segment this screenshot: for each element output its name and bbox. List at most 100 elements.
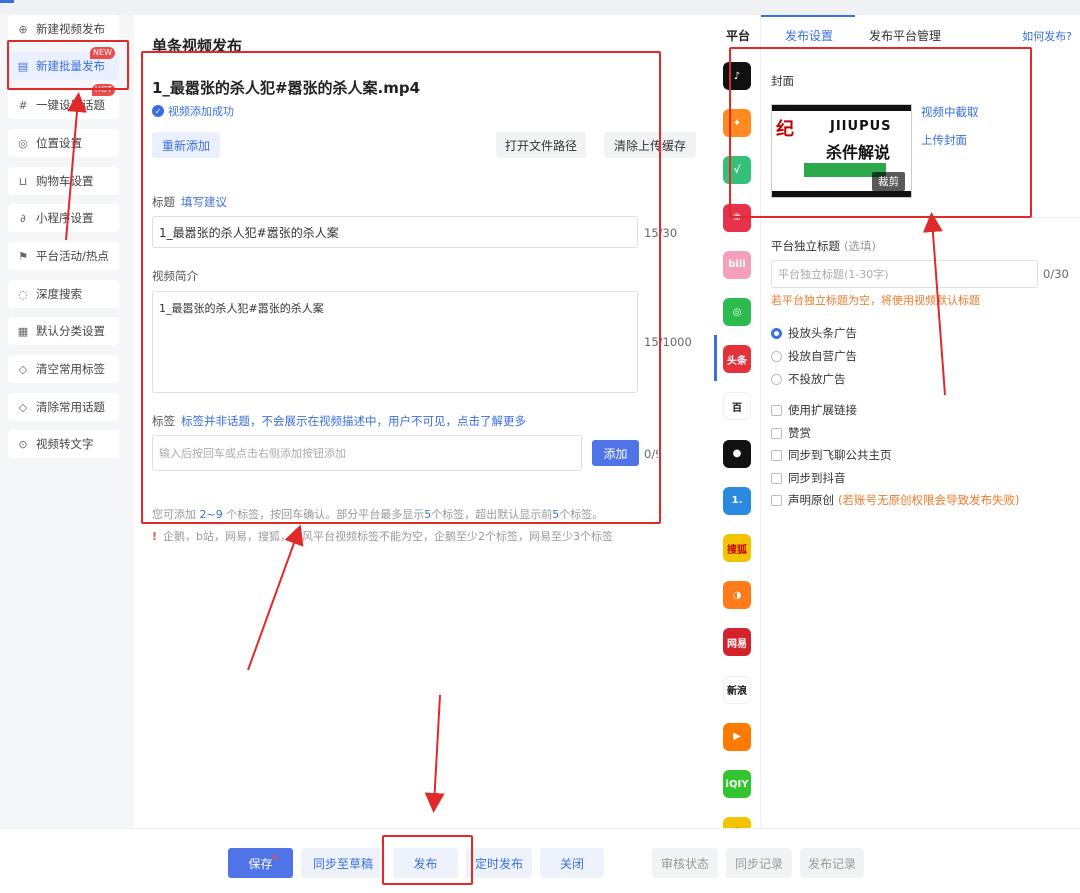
mini-program-icon: ∂ [20, 211, 26, 225]
sidebar-item-video-to-text[interactable]: ⊙ 视频转文字 [8, 430, 119, 458]
sidebar-item-label: 视频转文字 [36, 437, 94, 451]
tag-warning: ! 企鹅，b站，网易，搜狐，大风平台视频标签不能为空，企鹅至少2个标签，网易至少3… [152, 528, 613, 544]
orange-platform-icon[interactable]: ▶ [723, 722, 751, 751]
sidebar-item-tag-clear[interactable]: ◇ 清空常用标签 [8, 355, 119, 383]
cover-from-video-link[interactable]: 视频中截取 [921, 104, 979, 120]
radio-icon [771, 350, 782, 362]
readd-button[interactable]: 重新添加 [152, 132, 220, 158]
publish-button[interactable]: 发布 [393, 848, 458, 878]
ad-option-label: 投放头条广告 [788, 326, 857, 340]
clear-cache-button[interactable]: 清除上传缓存 [604, 132, 696, 158]
sidebar-item-cart[interactable]: ⊔ 购物车设置 [8, 167, 119, 195]
dafeng-icon[interactable]: ◑ [723, 581, 751, 610]
sidebar-item-hashtag[interactable]: # 一键设置话题 HOT [8, 84, 119, 119]
baijiahao-icon[interactable]: 百 [723, 392, 751, 421]
publish-log-button[interactable]: 发布记录 [800, 848, 864, 878]
tag-rule-p3: 个标签，超出默认显示前 [431, 508, 553, 521]
title-suggest-link[interactable]: 填写建议 [181, 195, 227, 209]
toutiao-icon[interactable]: 头条 [723, 345, 751, 374]
cover-upload-link[interactable]: 上传封面 [921, 132, 967, 148]
title-counter: 15/30 [644, 226, 678, 240]
tab-publish-settings[interactable]: 发布设置 [785, 27, 833, 44]
sidebar-item-flag[interactable]: ⚑ 平台活动/热点 [8, 242, 119, 270]
sidebar-item-label: 平台活动/热点 [36, 249, 109, 263]
upload-status-text: 视频添加成功 [168, 105, 234, 118]
top-accent [0, 0, 14, 3]
sidebar-item-label: 深度搜索 [36, 287, 82, 301]
sohu-icon[interactable]: 搜狐 [723, 534, 751, 562]
platform-title-label-row: 平台独立标题 (选填) [771, 238, 876, 254]
sync-draft-button[interactable]: 同步至草稿 [301, 848, 385, 878]
red-platform-icon[interactable]: ❀ [723, 203, 751, 232]
radio-checked-icon [771, 327, 782, 339]
check-label: 使用扩展链接 [788, 403, 857, 417]
douyin-icon[interactable]: ♪ [723, 62, 751, 90]
desc-label: 视频简介 [152, 269, 198, 283]
sidebar-item-category[interactable]: ▦ 默认分类设置 [8, 317, 119, 345]
checkbox-icon [771, 427, 782, 439]
bilibili-icon[interactable]: bili [723, 250, 751, 279]
title-input[interactable]: 1_最嚣张的杀人犯#嚣张的杀人案 [152, 216, 638, 248]
cart-icon: ⊔ [18, 174, 28, 188]
check-reward[interactable]: 赞赏 [771, 425, 811, 441]
platform-title-counter: 0/30 [1043, 267, 1069, 281]
tag-label: 标签 [152, 414, 175, 428]
how-to-publish-link[interactable]: 如何发布? [1022, 28, 1072, 44]
video-to-text-icon: ⊙ [18, 437, 28, 451]
shipinhao-green-icon[interactable]: √ [723, 156, 751, 185]
save-button[interactable]: 保存 [228, 848, 293, 878]
check-original[interactable]: 声明原创 (若账号无原创权限会导致发布失败) [771, 492, 1019, 508]
close-button[interactable]: 关闭 [540, 848, 604, 878]
ad-option-self[interactable]: 投放自营广告 [771, 348, 857, 364]
sidebar-item-deep-search[interactable]: ◌ 深度搜索 [8, 280, 119, 308]
open-path-button[interactable]: 打开文件路径 [496, 132, 586, 158]
crop-button[interactable]: 裁剪 [872, 172, 905, 191]
tag-hint-link[interactable]: 标签并非话题，不会展示在视频描述中，用户不可见，点击了解更多 [181, 414, 526, 428]
tag-input[interactable]: 输入后按回车或点击右侧添加按钮添加 [152, 435, 582, 471]
video-file-name: 1_最嚣张的杀人犯#嚣张的杀人案.mp4 [152, 79, 421, 97]
checkbox-icon [771, 494, 782, 506]
netease-icon[interactable]: 网易 [723, 628, 751, 657]
sync-log-button[interactable]: 同步记录 [726, 848, 792, 878]
desc-textarea[interactable]: 1_最嚣张的杀人犯#嚣张的杀人案 [152, 291, 638, 393]
schedule-button[interactable]: 定时发布 [466, 848, 532, 878]
top-bar [0, 0, 1080, 15]
wechat-icon[interactable]: ◎ [723, 298, 751, 326]
sidebar-item-location[interactable]: ◎ 位置设置 [8, 129, 119, 157]
platform-title-input[interactable]: 平台独立标题(1-30字) [771, 260, 1038, 288]
sidebar-item-video-add[interactable]: ⊕ 新建视频发布 [8, 15, 119, 43]
sidebar-item-label: 新建视频发布 [36, 22, 105, 36]
platform-title-label: 平台独立标题 [771, 239, 840, 253]
desc-counter: 15/1000 [644, 335, 692, 349]
page-title: 单条视频发布 [152, 37, 243, 55]
ad-option-label: 不投放广告 [788, 372, 846, 386]
sidebar-item-mini-program[interactable]: ∂ 小程序设置 [8, 204, 119, 232]
batch-icon: ▤ [17, 59, 29, 73]
ad-option-toutiao[interactable]: 投放头条广告 [771, 325, 857, 341]
location-icon: ◎ [18, 136, 28, 150]
tag-add-button[interactable]: 添加 [592, 440, 639, 466]
iqiyi-icon[interactable]: iQIY [723, 770, 751, 798]
kuaishou-icon[interactable]: ✦ [723, 109, 751, 138]
review-status-button[interactable]: 审核状态 [652, 848, 718, 878]
sidebar-item-label: 清除常用话题 [36, 400, 105, 414]
ad-option-label: 投放自营广告 [788, 349, 857, 363]
check-sync-douyin[interactable]: 同步到抖音 [771, 470, 846, 486]
qq-penguin-icon[interactable]: ● [723, 439, 751, 468]
cover-band-top [772, 105, 911, 111]
sidebar-item-label: 购物车设置 [36, 174, 94, 188]
cover-brand-title: 杀件解说 [826, 143, 891, 162]
sidebar-item-topic-clear[interactable]: ◇ 清除常用话题 [8, 393, 119, 421]
sidebar-item-label: 一键设置话题 [36, 98, 105, 112]
platform-header: 平台 [726, 29, 751, 43]
ad-option-none[interactable]: 不投放广告 [771, 371, 846, 387]
yidian-icon[interactable]: 1. [723, 486, 751, 515]
tab-platform-manage[interactable]: 发布平台管理 [869, 27, 941, 44]
check-extend-link[interactable]: 使用扩展链接 [771, 402, 857, 418]
divider [761, 217, 1080, 218]
sidebar-item-batch[interactable]: ▤ 新建批量发布 NEW [8, 47, 119, 80]
sina-kandian-icon[interactable]: 新浪 [723, 675, 751, 704]
sidebar-item-label: 默认分类设置 [36, 324, 105, 338]
cover-image[interactable]: 纪 JIIUPUS 杀件解说 裁剪 [771, 104, 912, 198]
check-sync-feiliao[interactable]: 同步到飞聊公共主页 [771, 447, 892, 463]
